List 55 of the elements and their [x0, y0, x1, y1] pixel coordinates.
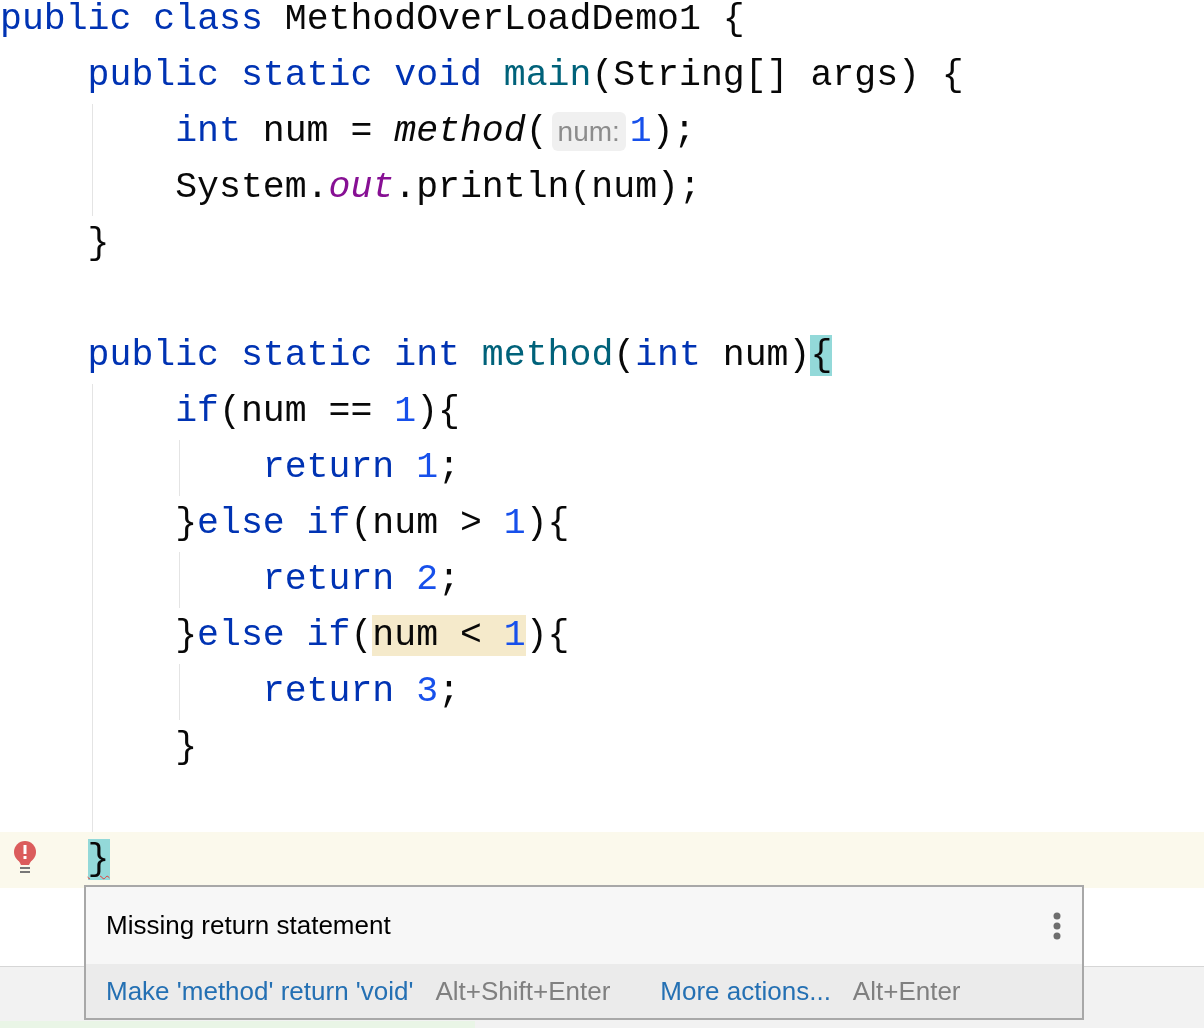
quick-fix-link[interactable]: More actions... [660, 971, 831, 1011]
keyword: return [262, 447, 396, 488]
code-text: num = [262, 111, 374, 152]
code-text: (num > [350, 503, 483, 544]
number-literal: 2 [416, 559, 439, 600]
keyword: public static int [87, 335, 461, 376]
code-text: ; [438, 559, 460, 600]
code-text: } [87, 223, 110, 264]
code-text: ( [613, 335, 636, 376]
error-message: Missing return statement [106, 909, 392, 942]
code-text: ; [438, 671, 460, 712]
shortcut-hint: Alt+Enter [852, 974, 961, 1008]
parameter-hint: num: [551, 112, 626, 151]
keyword: else if [197, 615, 351, 656]
code-text: } [175, 503, 198, 544]
code-text: ; [438, 447, 460, 488]
code-text: System. [175, 167, 329, 208]
number-literal: 1 [503, 503, 526, 544]
code-text: MethodOverLoadDemo1 { [284, 0, 745, 40]
code-text: ( [525, 111, 548, 152]
more-options-icon[interactable] [1052, 911, 1062, 940]
number-literal: 1 [394, 391, 417, 432]
keyword: public static void [87, 55, 483, 96]
field-name: out [328, 167, 395, 208]
code-text: ){ [525, 503, 570, 544]
method-name: method [481, 335, 614, 376]
error-bulb-icon[interactable] [12, 841, 38, 875]
keyword: int [175, 111, 242, 152]
method-call: method [394, 111, 526, 152]
code-text: } [175, 615, 198, 656]
number-literal: 1 [416, 447, 439, 488]
matched-brace: } [87, 839, 110, 880]
keyword: return [262, 671, 396, 712]
code-text: ){ [525, 615, 570, 656]
code-text: ( [350, 615, 373, 656]
matched-brace: { [810, 335, 833, 376]
keyword: if [175, 391, 219, 432]
code-text: num) [722, 335, 811, 376]
keyword: public class [0, 0, 264, 40]
code-text: ); [651, 111, 696, 152]
code-text: .println(num); [394, 167, 701, 208]
method-name: main [503, 55, 592, 96]
code-text: (String[] args) { [591, 55, 964, 96]
highlighted-code: num < [372, 615, 504, 656]
code-text: } [175, 727, 198, 768]
shortcut-hint: Alt+Shift+Enter [435, 974, 611, 1008]
highlighted-code: 1 [503, 615, 526, 656]
number-literal: 1 [629, 111, 652, 152]
keyword: int [635, 335, 702, 376]
code-text: (num == [219, 391, 374, 432]
quick-fix-link[interactable]: Make 'method' return 'void' [106, 971, 414, 1011]
keyword: else if [197, 503, 351, 544]
code-text: ){ [416, 391, 460, 432]
keyword: return [262, 559, 396, 600]
number-literal: 3 [416, 671, 439, 712]
